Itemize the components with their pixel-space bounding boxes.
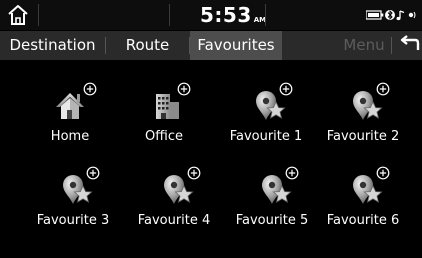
favourite-label: Home xyxy=(50,129,90,144)
favourite-5-button[interactable]: Favourite 5 xyxy=(222,166,322,246)
add-icon xyxy=(376,82,390,96)
add-icon xyxy=(86,166,100,180)
favourite-2-button[interactable]: Favourite 2 xyxy=(313,82,413,162)
return-arrow-icon xyxy=(400,35,420,50)
favourite-6-button[interactable]: Favourite 6 xyxy=(313,166,413,246)
clock-time: 5:53 xyxy=(200,3,252,27)
favourite-label: Favourite 6 xyxy=(326,213,400,228)
favourite-3-button[interactable]: Favourite 3 xyxy=(23,166,123,246)
tab-favourites[interactable]: Favourites xyxy=(190,31,282,60)
favourite-label: Favourite 4 xyxy=(137,213,211,228)
menu-button[interactable]: Menu xyxy=(338,31,390,60)
tab-divider xyxy=(391,37,392,54)
add-icon xyxy=(177,82,191,96)
tab-bar: Destination Route Favourites Menu xyxy=(0,31,422,60)
music-note-icon xyxy=(396,10,405,21)
battery-icon xyxy=(366,10,384,20)
home-button[interactable] xyxy=(4,3,32,27)
favourite-1-button[interactable]: Favourite 1 xyxy=(216,82,316,162)
status-bar: 5:53 AM xyxy=(0,0,422,30)
status-divider xyxy=(265,4,266,26)
favourite-label: Favourite 3 xyxy=(36,213,110,228)
favourite-label: Favourite 5 xyxy=(235,213,309,228)
back-button[interactable] xyxy=(396,33,420,57)
favourite-label: Favourite 1 xyxy=(229,129,303,144)
tab-destination[interactable]: Destination xyxy=(0,31,105,60)
tab-route[interactable]: Route xyxy=(106,31,189,60)
status-divider xyxy=(169,4,170,26)
signal-icon xyxy=(408,11,416,19)
add-icon xyxy=(376,166,390,180)
add-icon xyxy=(279,82,293,96)
favourite-label: Office xyxy=(145,129,183,144)
favourite-home-button[interactable]: Home xyxy=(20,82,120,162)
status-divider xyxy=(38,4,39,26)
favourite-4-button[interactable]: Favourite 4 xyxy=(124,166,224,246)
favourite-label: Favourite 2 xyxy=(326,129,400,144)
add-icon xyxy=(285,166,299,180)
clock: 5:53 AM xyxy=(200,3,266,27)
favourite-office-button[interactable]: Office xyxy=(114,82,214,162)
add-icon xyxy=(83,82,97,96)
add-icon xyxy=(187,166,201,180)
home-icon xyxy=(8,5,28,25)
status-icons xyxy=(366,10,416,21)
bluetooth-icon xyxy=(385,10,395,20)
